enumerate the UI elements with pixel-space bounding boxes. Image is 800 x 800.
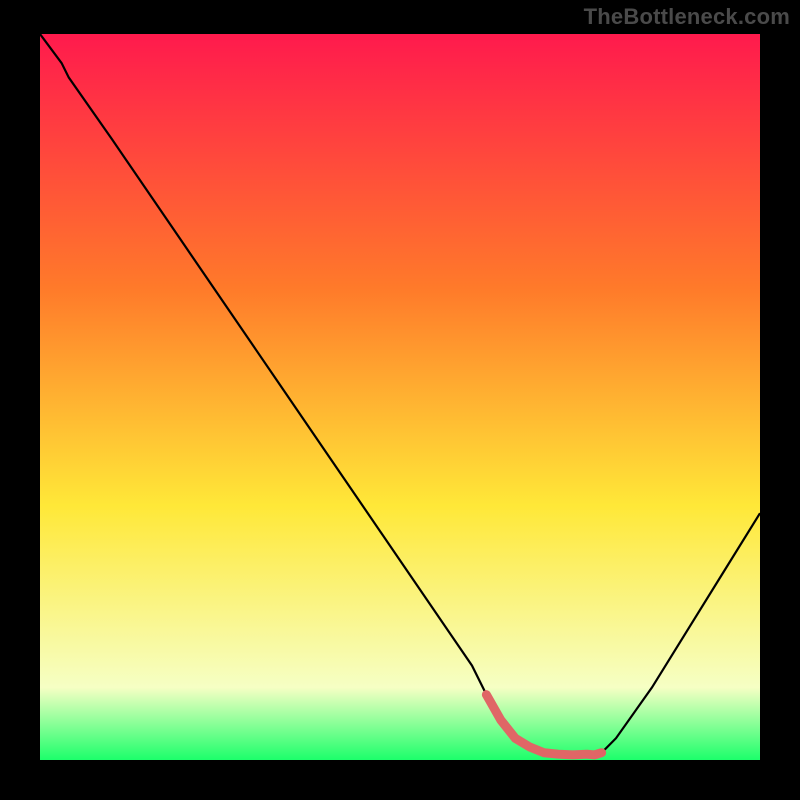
bottleneck-chart [40,34,760,760]
gradient-background [40,34,760,760]
plot-area [40,34,760,760]
watermark-text: TheBottleneck.com [584,4,790,30]
chart-frame: TheBottleneck.com [0,0,800,800]
